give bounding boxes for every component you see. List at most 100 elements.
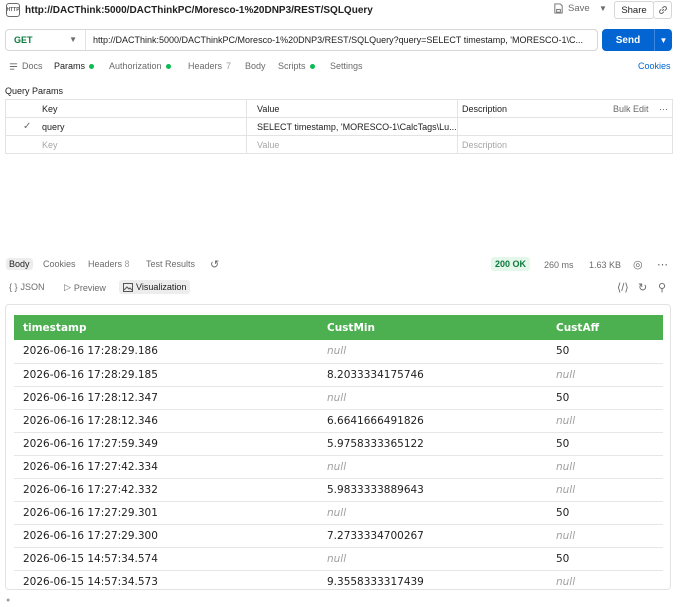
copy-link-button[interactable] [653,1,672,19]
table-cell-custmin: 5.9833333889643 [318,478,547,502]
method-select[interactable]: GET ▼ [6,30,86,50]
chevron-down-icon[interactable]: ▼ [599,4,607,13]
history-icon[interactable]: ↺ [210,258,219,271]
params-header-row: Key Value Description Bulk Edit ⋯ [6,100,672,118]
send-label: Send [615,34,641,46]
scripts-active-dot [309,63,315,69]
table-cell-custmin: 8.2033334175746 [318,363,547,387]
table-cell-custmin: null [318,386,547,410]
response-time[interactable]: 260 ms [544,260,574,270]
table-cell-custaff: 50 [547,340,663,364]
tab-settings[interactable]: Settings [330,61,363,71]
table-cell-custaff: 50 [547,547,663,571]
table-row: 2026-06-16 17:27:42.334 null null [14,455,663,479]
globe-icon[interactable]: ◎ [633,258,643,271]
status-badge[interactable]: 200 OK [491,257,531,271]
save-button[interactable]: Save [553,3,590,14]
table-row: 2026-06-16 17:28:29.186 null 50 [14,340,663,364]
docs-icon [9,62,18,70]
request-title[interactable]: http://DACThink:5000/DACThinkPC/Moresco-… [25,5,373,16]
table-row: 2026-06-16 17:27:29.301 null 50 [14,501,663,525]
image-icon [123,282,133,292]
tab-scripts-label: Scripts [278,61,306,71]
table-row: 2026-06-16 17:27:59.349 5.9758333365122 50 [14,432,663,456]
response-headers-label: Headers [88,259,123,269]
headers-count: 7 [226,61,232,71]
share-button[interactable]: Share [614,1,654,19]
refresh-icon[interactable]: ↻ [638,281,647,294]
response-tab-test-results[interactable]: Test Results [146,259,195,269]
table-cell-custaff: null [547,524,663,548]
chevron-down-icon: ▼ [69,35,77,44]
table-cell-custaff: null [547,409,663,433]
table-cell-timestamp: 2026-06-16 17:27:59.349 [14,432,318,456]
status-bar: ● [0,597,683,607]
view-tab-preview[interactable]: ▷ Preview [64,282,106,293]
http-request-icon: HTTP [6,3,20,17]
param-key-cell[interactable]: query [37,118,245,136]
param-description-cell[interactable] [457,118,671,136]
tab-settings-label: Settings [330,61,363,71]
scrollbar[interactable] [670,331,671,353]
table-cell-timestamp: 2026-06-16 17:28:12.346 [14,409,318,433]
table-cell-timestamp: 2026-06-15 14:57:34.573 [14,570,318,589]
new-param-value-input[interactable]: Value [252,136,457,154]
table-cell-custaff: null [547,478,663,502]
tab-body[interactable]: Body [245,61,266,71]
param-enabled-checkbox[interactable]: ✓ [23,121,31,132]
response-tab-headers[interactable]: Headers 8 [88,259,130,269]
tab-authorization-label: Authorization [109,61,162,71]
param-value-cell[interactable]: SELECT timestamp, 'MORESCO-1\CalcTags\Lu… [252,118,457,136]
table-cell-custaff: 50 [547,501,663,525]
tab-headers-label: Headers [188,61,223,71]
send-options-chevron-icon[interactable]: ▼ [655,36,672,45]
table-cell-custmin: null [318,340,547,364]
column-header-custmin: CustMin [318,315,547,340]
params-row: ✓ query SELECT timestamp, 'MORESCO-1\Cal… [6,118,672,136]
table-cell-custmin: 9.3558333317439 [318,570,547,589]
response-size[interactable]: 1.63 KB [589,260,621,270]
table-cell-custaff: null [547,455,663,479]
send-button[interactable]: Send ▼ [602,29,672,51]
params-divider [457,100,458,153]
table-cell-custmin: 5.9758333365122 [318,432,547,456]
table-row: 2026-06-16 17:28:29.185 8.2033334175746 nu… [14,363,663,387]
tab-params[interactable]: Params [54,61,95,71]
more-options-icon[interactable]: ⋯ [654,100,672,118]
tab-authorization[interactable]: Authorization [109,61,171,71]
table-cell-custaff: null [547,570,663,589]
result-table-body: 2026-06-16 17:28:29.186 null 50 2026-06-16 … [14,340,663,589]
table-cell-custaff: null [547,363,663,387]
response-headers-count: 8 [124,259,130,269]
result-header-row: timestamp CustMin CustAff [14,315,663,340]
more-options-icon[interactable]: ⋯ [657,258,668,271]
status-bar-icon[interactable]: ● [6,597,10,604]
tab-scripts[interactable]: Scripts [278,61,315,71]
tab-docs[interactable]: Docs [9,61,43,71]
table-cell-custaff: 50 [547,386,663,410]
response-tab-body[interactable]: Body [6,258,33,270]
url-input[interactable]: http://DACThink:5000/DACThinkPC/Moresco-… [86,35,591,45]
view-tab-json[interactable]: { } JSON [9,282,45,292]
bulk-edit-button[interactable]: Bulk Edit [608,100,653,118]
params-header-value: Value [257,104,280,114]
view-tab-visualization[interactable]: Visualization [119,280,191,294]
link-icon[interactable]: ⚲ [658,281,666,294]
params-active-dot [89,63,95,69]
json-icon: { } [9,282,18,292]
result-table: timestamp CustMin CustAff 2026-06-16 17:… [14,315,663,589]
params-placeholder-row: Key Value Description [6,136,672,154]
code-icon[interactable]: ⟨/⟩ [617,281,629,294]
response-tab-cookies[interactable]: Cookies [43,259,76,269]
params-header-key: Key [42,104,58,114]
cookies-link[interactable]: Cookies [638,61,671,71]
table-cell-timestamp: 2026-06-16 17:27:29.300 [14,524,318,548]
query-params-label: Query Params [5,86,64,96]
new-param-description-input[interactable]: Description [457,136,671,154]
view-tabs: { } JSON ▷ Preview Visualization ⟨/⟩ ↻ ⚲ [0,279,683,297]
play-icon: ▷ [64,282,71,292]
table-row: 2026-06-16 17:27:29.300 7.2733334700267 nu… [14,524,663,548]
table-cell-custmin: 6.6641666491826 [318,409,547,433]
new-param-key-input[interactable]: Key [37,136,245,154]
tab-headers[interactable]: Headers 7 [188,61,231,71]
